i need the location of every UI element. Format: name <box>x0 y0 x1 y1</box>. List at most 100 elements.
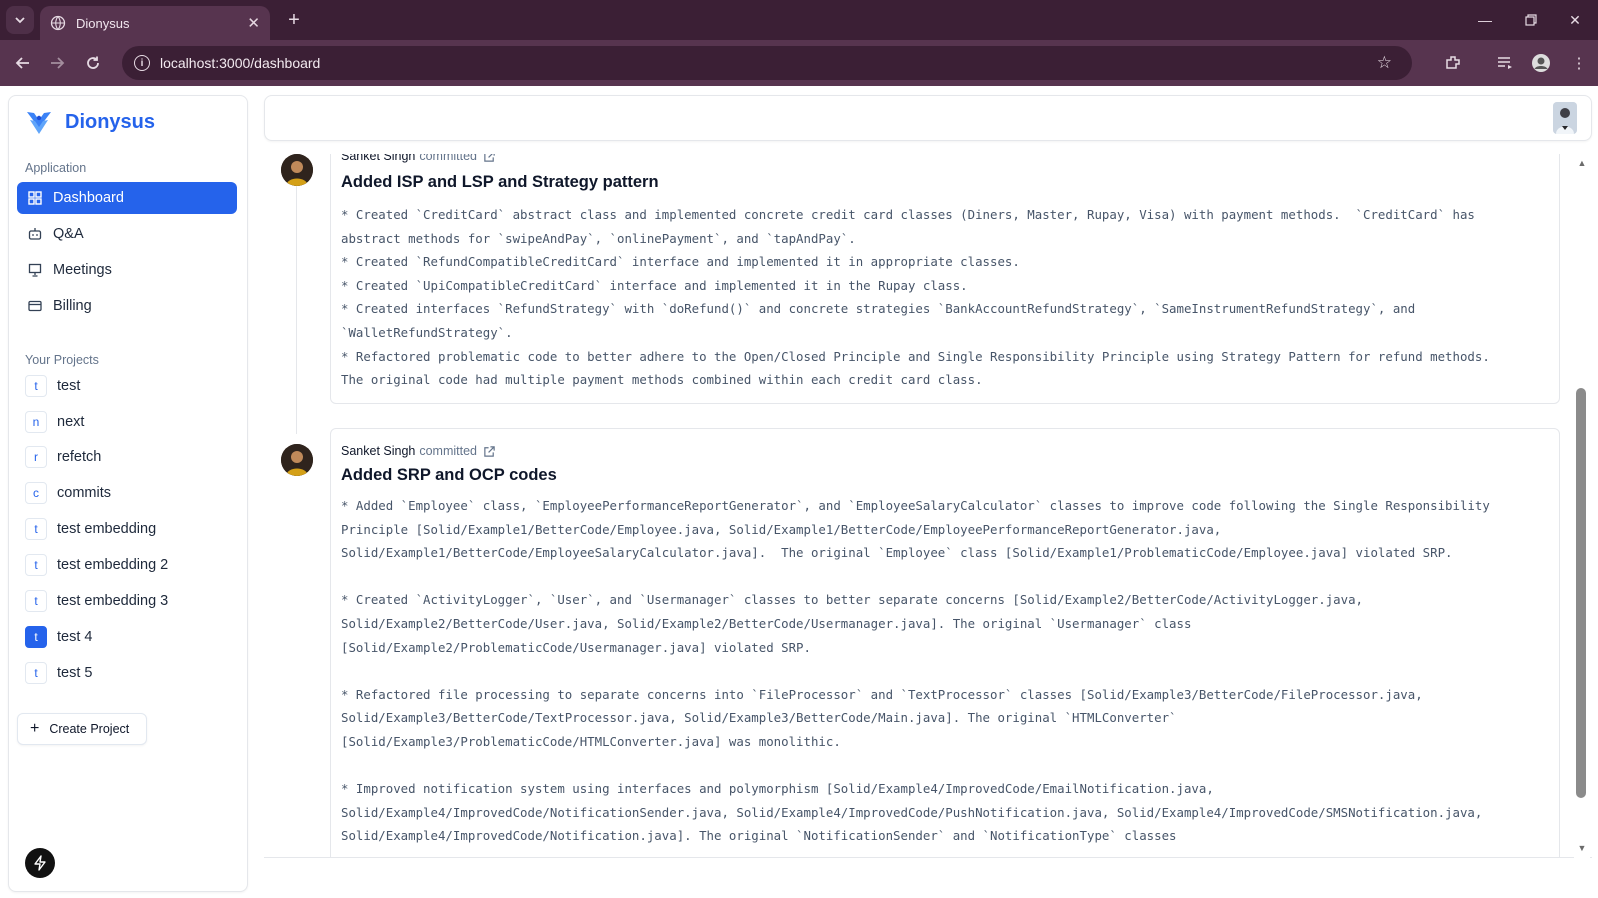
commit-author-avatar <box>281 444 313 476</box>
commit-card: Sanket Singh committed Added SRP and OCP… <box>330 428 1560 857</box>
commit-summary: * Created `CreditCard` abstract class an… <box>341 207 1490 388</box>
commit-title: Added SRP and OCP codes <box>341 466 557 484</box>
scroll-up-arrow[interactable]: ▲ <box>1576 158 1588 168</box>
commit-title: Added ISP and LSP and Strategy pattern <box>341 173 659 191</box>
project-item[interactable]: n next <box>25 409 84 435</box>
project-item-selected[interactable]: t test 4 <box>25 624 92 650</box>
chevron-down-icon <box>15 17 25 24</box>
project-initial: t <box>25 375 47 397</box>
tab-search-button[interactable] <box>6 6 34 34</box>
application-group-label: Application <box>25 161 87 175</box>
browser-tab-strip: Dionysus ✕ + — ✕ <box>0 0 1598 40</box>
project-initial: t <box>25 590 47 612</box>
commit-action: committed <box>419 444 478 458</box>
arrow-right-icon <box>51 57 65 69</box>
commit-summary: * Added `Employee` class, `EmployeePerfo… <box>341 498 1490 844</box>
scroll-down-arrow[interactable]: ▼ <box>1576 843 1588 853</box>
close-window-button[interactable]: ✕ <box>1552 0 1598 40</box>
minimize-button[interactable]: — <box>1462 0 1508 40</box>
restore-icon <box>1525 14 1537 26</box>
new-tab-button[interactable]: + <box>282 8 306 32</box>
nav-item-billing[interactable]: Billing <box>17 290 237 322</box>
create-project-label: Create Project <box>49 722 130 736</box>
extensions-icon[interactable] <box>1442 52 1464 74</box>
reload-button[interactable] <box>80 50 106 76</box>
media-playlist-icon[interactable] <box>1494 52 1516 74</box>
site-info-icon[interactable]: i <box>134 55 150 71</box>
user-avatar[interactable] <box>1553 102 1577 134</box>
nav-item-meetings[interactable]: Meetings <box>17 254 237 286</box>
sidebar: Dionysus Application Dashboard Q&A Meeti… <box>8 95 248 892</box>
nav-label: Meetings <box>53 262 112 278</box>
commit-log: Sanket Singh committed Added ISP and LSP… <box>264 154 1592 858</box>
address-bar[interactable]: i localhost:3000/dashboard ☆ <box>122 46 1412 80</box>
globe-icon <box>50 15 66 31</box>
project-initial: t <box>25 554 47 576</box>
project-name: test 4 <box>57 629 93 645</box>
project-item[interactable]: r refetch <box>25 444 101 470</box>
project-item[interactable]: t test embedding 3 <box>25 588 168 614</box>
project-name: test embedding 3 <box>57 593 169 609</box>
projects-group-label: Your Projects <box>25 353 99 367</box>
dashboard-icon <box>27 190 43 206</box>
project-name: test <box>57 378 81 394</box>
nav-label: Dashboard <box>53 190 124 206</box>
commit-card: Sanket Singh committed Added ISP and LSP… <box>330 154 1560 404</box>
plus-icon: + <box>30 720 40 737</box>
brand-logo-icon <box>27 112 51 134</box>
url-text: localhost:3000/dashboard <box>160 55 321 71</box>
external-link-icon[interactable] <box>483 445 496 458</box>
tab-title: Dionysus <box>76 15 130 31</box>
project-initial: t <box>25 626 47 648</box>
bot-icon <box>27 226 43 242</box>
nav-label: Q&A <box>53 226 84 242</box>
commit-author-avatar <box>281 154 313 186</box>
project-item[interactable]: t test embedding <box>25 516 156 542</box>
browser-toolbar: i localhost:3000/dashboard ☆ ⋮ <box>0 40 1598 86</box>
project-item[interactable]: t test 5 <box>25 660 92 686</box>
commit-meta: Sanket Singh committed <box>341 444 496 458</box>
project-initial: n <box>25 411 47 433</box>
top-header <box>264 95 1592 141</box>
app-root: Dionysus Application Dashboard Q&A Meeti… <box>0 86 1598 898</box>
forward-button[interactable] <box>44 50 70 76</box>
project-name: next <box>57 414 85 430</box>
profile-avatar-icon[interactable] <box>1530 52 1552 74</box>
external-link-icon[interactable] <box>483 154 496 163</box>
project-name: test embedding 2 <box>57 557 169 573</box>
browser-tab[interactable]: Dionysus ✕ <box>40 6 270 40</box>
close-tab-icon[interactable]: ✕ <box>247 14 260 32</box>
commit-author: Sanket Singh <box>341 444 416 458</box>
project-initial: c <box>25 482 47 504</box>
browser-menu-icon[interactable]: ⋮ <box>1568 52 1590 74</box>
commit-action: committed <box>419 154 478 163</box>
project-name: refetch <box>57 449 102 465</box>
restore-button[interactable] <box>1508 0 1554 40</box>
brand-name: Dionysus <box>65 110 156 133</box>
dev-tools-bolt-icon[interactable] <box>25 848 55 878</box>
brand[interactable]: Dionysus <box>23 106 155 138</box>
credit-card-icon <box>27 298 43 314</box>
project-initial: t <box>25 662 47 684</box>
project-item[interactable]: t test embedding 2 <box>25 552 168 578</box>
timeline-line <box>296 154 297 434</box>
nav-label: Billing <box>53 298 92 314</box>
project-name: test embedding <box>57 521 157 537</box>
reload-icon <box>87 56 99 69</box>
project-initial: r <box>25 446 47 468</box>
bookmark-star-icon[interactable]: ☆ <box>1377 53 1392 73</box>
commit-author: Sanket Singh <box>341 154 416 163</box>
commit-meta: Sanket Singh committed <box>341 154 496 163</box>
create-project-button[interactable]: + Create Project <box>17 713 147 745</box>
project-name: commits <box>57 485 111 501</box>
project-initial: t <box>25 518 47 540</box>
scrollbar-thumb[interactable] <box>1576 388 1586 798</box>
nav-item-dashboard[interactable]: Dashboard <box>17 182 237 214</box>
presentation-icon <box>27 262 43 278</box>
project-item[interactable]: t test <box>25 373 80 399</box>
back-button[interactable] <box>10 50 36 76</box>
arrow-left-icon <box>15 57 29 69</box>
project-item[interactable]: c commits <box>25 480 111 506</box>
project-name: test 5 <box>57 665 93 681</box>
nav-item-qa[interactable]: Q&A <box>17 218 237 250</box>
